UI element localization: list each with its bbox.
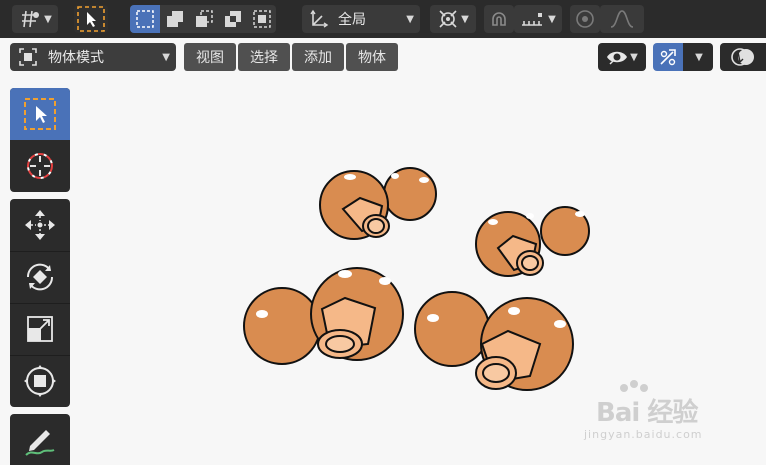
falloff-dropdown[interactable] [600,5,644,33]
select-difference-button[interactable] [218,5,247,33]
chevron-down-icon: ▼ [630,51,638,63]
mode-dropdown[interactable]: 物体模式 ▼ [10,43,176,71]
select-intersect-icon [252,10,271,28]
highlight [554,320,566,328]
highlight [427,314,439,322]
menu-select[interactable]: 选择 [238,43,290,71]
select-cursor-icon [77,6,105,32]
eye-icon [607,51,628,65]
snap-increment-icon [522,13,543,26]
baidu-watermark: Bai 经验 jingyan.baidu.com [566,378,726,448]
transform-orientation-dropdown[interactable]: 全局 ▼ [302,5,420,33]
falloff-curve-icon [610,10,634,28]
selection-mode-group [130,5,276,33]
highlight [344,174,356,180]
chevron-down-icon: ▼ [548,13,556,25]
highlight [419,177,429,183]
highlight [338,270,352,278]
proportional-editing-icon [576,10,594,28]
proportional-editing-toggle[interactable] [570,5,600,33]
mode-label: 物体模式 [48,50,104,66]
watermark-main: Bai 经验 [596,398,698,428]
pivot-point-button[interactable]: ▼ [12,5,58,33]
highlight [575,211,585,217]
select-difference-icon [224,11,241,27]
gizmo-toggle[interactable] [653,43,683,71]
top-toolbar: ▼ 全局 ▼ ▼ ▼ [0,0,766,38]
highlight [391,173,399,179]
overlays-icon [731,48,754,66]
orientation-label: 全局 [338,12,366,28]
object-mode-icon [19,48,37,66]
pivot-center-icon [439,10,457,28]
highlight [379,277,391,285]
highlight [256,310,268,318]
chevron-down-icon: ▼ [162,51,170,63]
menu-object[interactable]: 物体 [346,43,398,71]
select-extend-button[interactable] [160,5,189,33]
select-tool-button[interactable] [74,5,108,33]
watermark-sub: jingyan.baidu.com [584,428,703,441]
overlays-toggle[interactable] [720,43,766,71]
chevron-down-icon: ▼ [695,51,703,63]
snap-target-dropdown[interactable]: ▼ [514,5,562,33]
highlight [526,213,534,219]
select-subtract-icon [195,10,213,27]
gizmo-dropdown[interactable]: ▼ [683,43,713,71]
chevron-down-icon: ▼ [44,13,52,25]
select-extend-icon [166,11,183,27]
chevron-down-icon: ▼ [461,13,469,25]
viewport-header: 物体模式 ▼ 视图 选择 添加 物体 ▼ ▼ [0,38,766,76]
menu-view[interactable]: 视图 [184,43,236,71]
select-intersect-button[interactable] [247,5,276,33]
select-subtract-button[interactable] [189,5,218,33]
gizmo-icon [660,49,676,66]
pivot-dropdown[interactable]: ▼ [430,5,476,33]
magnet-icon [492,12,506,26]
highlight [508,307,520,315]
select-new-icon [136,10,154,28]
highlight [488,219,498,225]
menu-add[interactable]: 添加 [292,43,344,71]
pivot-icon [22,10,40,28]
select-new-button[interactable] [130,5,160,33]
chevron-down-icon: ▼ [406,13,414,25]
snap-toggle[interactable] [484,5,514,33]
visibility-dropdown[interactable]: ▼ [598,43,646,71]
axis-orientation-icon [310,9,329,28]
